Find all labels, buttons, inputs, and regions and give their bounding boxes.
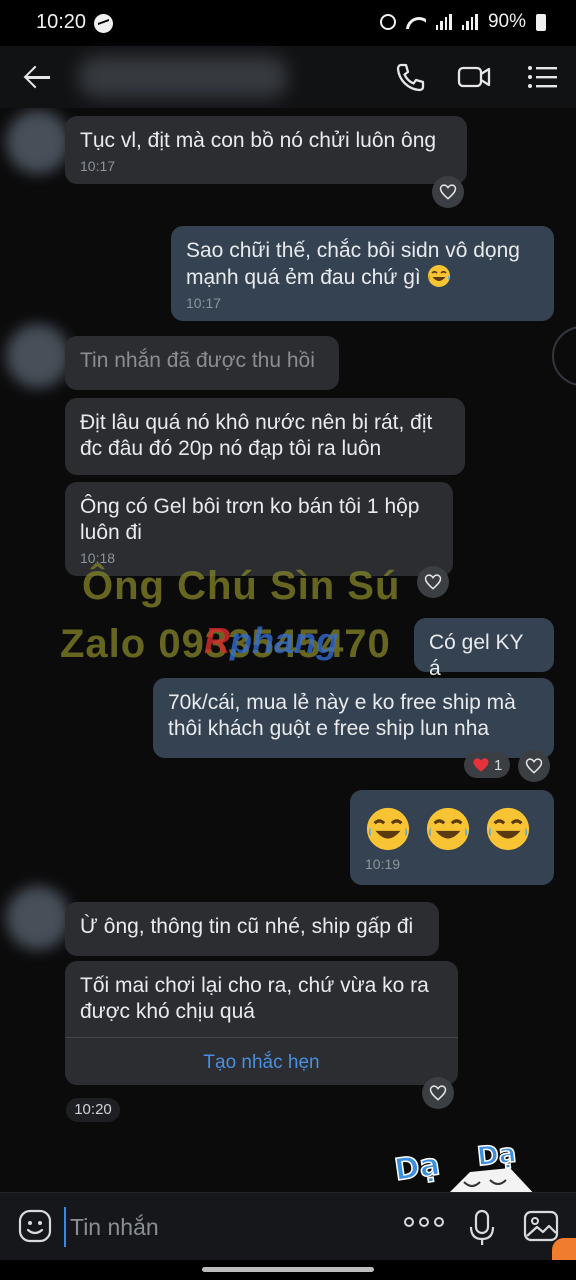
message-bubble-incoming[interactable]: Ừ ông, thông tin cũ nhé, ship gấp đi bbox=[65, 902, 439, 956]
wifi-icon bbox=[406, 15, 426, 29]
status-icons: 90% bbox=[379, 11, 546, 33]
status-time: 10:20 bbox=[36, 11, 87, 33]
message-text: Tối mai chơi lại cho ra, chứ vừa ko ra đ… bbox=[80, 974, 429, 1023]
message-input[interactable] bbox=[64, 1207, 384, 1247]
contact-name-blurred[interactable] bbox=[78, 56, 288, 98]
react-heart-button[interactable] bbox=[518, 750, 550, 782]
video-call-icon[interactable] bbox=[456, 60, 492, 94]
laughing-emoji-icon bbox=[366, 807, 410, 851]
message-text: Có gel KY á bbox=[429, 631, 524, 680]
message-bubble-incoming[interactable]: Tục vl, địt mà con bồ nó chửi luôn ông 1… bbox=[65, 116, 467, 184]
heart-outline-icon bbox=[525, 758, 543, 774]
sticker-da-da[interactable]: Dạ Dạ bbox=[392, 1138, 542, 1192]
battery-icon bbox=[536, 13, 546, 31]
alarm-icon bbox=[379, 14, 396, 30]
time-separator: 10:20 bbox=[66, 1098, 120, 1122]
message-time: 10:17 bbox=[186, 295, 222, 311]
message-text: 70k/cái, mua lẻ này e ko free ship mà th… bbox=[168, 691, 516, 740]
laughing-emoji-icon bbox=[427, 265, 450, 287]
chat-header bbox=[0, 46, 576, 108]
messenger-icon bbox=[94, 14, 113, 33]
laughing-emoji-icon bbox=[486, 807, 530, 851]
floating-app-badge[interactable] bbox=[552, 1238, 576, 1262]
heart-outline-icon bbox=[429, 1085, 447, 1101]
react-heart-button[interactable] bbox=[432, 176, 464, 208]
message-bubble-outgoing-emoji[interactable]: 10:19 bbox=[350, 790, 554, 885]
red-heart-icon bbox=[473, 758, 489, 772]
message-time: 10:17 bbox=[80, 158, 116, 174]
watermark-logo-red: R bbox=[204, 620, 230, 661]
sticker-emoji-icon[interactable] bbox=[18, 1209, 52, 1243]
home-gesture-handle[interactable] bbox=[202, 1267, 374, 1272]
create-reminder-link[interactable]: Tạo nhắc hẹn bbox=[80, 1050, 443, 1076]
signal-icon-2 bbox=[461, 14, 478, 30]
avatar[interactable] bbox=[6, 110, 70, 174]
avatar[interactable] bbox=[6, 324, 70, 388]
message-text: Địt lâu quá nó khô nước nên bị rát, địt … bbox=[80, 411, 433, 460]
image-gallery-icon[interactable] bbox=[522, 1207, 560, 1245]
watermark-text: Ông Chú Sìn Sú bbox=[82, 564, 401, 608]
back-arrow-icon[interactable] bbox=[22, 62, 54, 92]
message-bubble-outgoing[interactable]: Có gel KY á bbox=[414, 618, 554, 680]
message-bubble-outgoing[interactable]: 70k/cái, mua lẻ này e ko free ship mà th… bbox=[153, 678, 554, 758]
react-heart-button[interactable] bbox=[417, 566, 449, 598]
system-nav-bar bbox=[0, 1260, 576, 1280]
heart-outline-icon bbox=[424, 574, 442, 590]
message-text: Sao chữi thế, chắc bôi sidn vô dọng mạnh… bbox=[186, 239, 520, 289]
emoji-row bbox=[365, 806, 539, 852]
message-text: Tục vl, địt mà con bồ nó chửi luôn ông bbox=[80, 129, 437, 152]
message-bubble-outgoing[interactable]: Sao chữi thế, chắc bôi sidn vô dọng mạnh… bbox=[171, 226, 554, 321]
phone-call-icon[interactable] bbox=[392, 60, 428, 94]
message-composer bbox=[0, 1192, 576, 1260]
message-bubble-incoming[interactable]: Địt lâu quá nó khô nước nên bị rát, địt … bbox=[65, 398, 465, 475]
status-bar: 10:20 90% bbox=[0, 0, 576, 46]
message-time: 10:19 bbox=[365, 856, 401, 872]
svg-text:Dạ: Dạ bbox=[476, 1138, 518, 1172]
more-options-icon[interactable] bbox=[404, 1217, 444, 1237]
watermark-logo: Rphang bbox=[204, 620, 338, 662]
reaction-count: 1 bbox=[494, 756, 503, 774]
divider bbox=[65, 1037, 458, 1038]
laughing-emoji-icon bbox=[426, 807, 470, 851]
message-text: Tin nhắn đã được thu hồi bbox=[80, 349, 315, 372]
signal-icon bbox=[435, 14, 452, 30]
heart-outline-icon bbox=[439, 184, 457, 200]
battery-percent: 90% bbox=[487, 11, 526, 32]
microphone-icon[interactable] bbox=[466, 1207, 498, 1247]
reaction-summary[interactable]: 1 bbox=[464, 752, 511, 778]
chat-messages[interactable]: Tục vl, địt mà con bồ nó chửi luôn ông 1… bbox=[0, 108, 576, 1192]
message-recalled[interactable]: Tin nhắn đã được thu hồi bbox=[65, 336, 339, 390]
message-bubble-incoming[interactable]: Ông có Gel bôi trơn ko bán tôi 1 hộp luô… bbox=[65, 482, 453, 576]
message-text: Ừ ông, thông tin cũ nhé, ship gấp đi bbox=[80, 915, 414, 938]
message-bubble-incoming[interactable]: Tối mai chơi lại cho ra, chứ vừa ko ra đ… bbox=[65, 961, 458, 1085]
menu-list-icon[interactable] bbox=[524, 60, 560, 94]
floating-edge-handle[interactable] bbox=[552, 326, 576, 386]
avatar[interactable] bbox=[6, 886, 70, 950]
react-heart-button[interactable] bbox=[422, 1077, 454, 1109]
message-text-wrap: Sao chữi thế, chắc bôi sidn vô dọng mạnh… bbox=[186, 238, 539, 291]
message-text: Ông có Gel bôi trơn ko bán tôi 1 hộp luô… bbox=[80, 495, 420, 544]
svg-text:Dạ: Dạ bbox=[392, 1147, 442, 1188]
watermark-logo-blue: phang bbox=[230, 620, 338, 661]
